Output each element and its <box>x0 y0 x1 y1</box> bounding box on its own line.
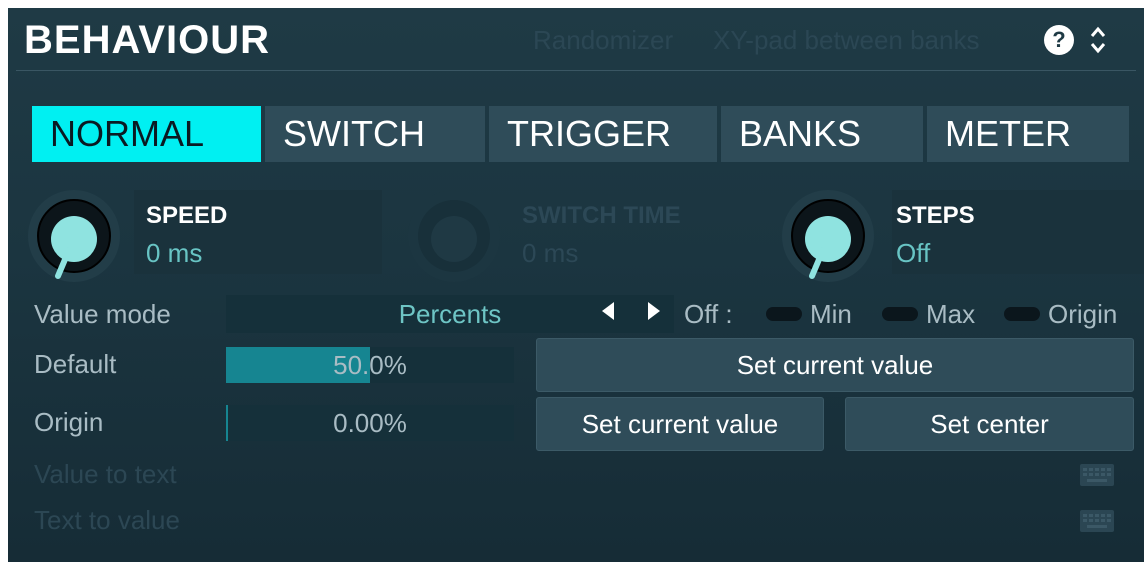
tab-switch[interactable]: SWITCH <box>265 106 485 162</box>
switch-time-value: 0 ms <box>522 238 579 268</box>
steps-value: Off <box>896 238 931 268</box>
header-divider <box>16 70 1136 71</box>
switch-time-text: SWITCH TIME 0 ms <box>522 202 681 268</box>
value-mode-label: Value mode <box>34 299 171 329</box>
panel-title: BEHAVIOUR <box>24 18 271 62</box>
speed-label: SPEED <box>146 202 228 229</box>
keyboard-icon <box>1080 510 1114 532</box>
behaviour-panel: BEHAVIOUR Randomizer XY-pad between bank… <box>8 8 1144 562</box>
default-slider[interactable]: 50.0% <box>226 347 514 383</box>
steps-knob[interactable] <box>780 188 876 284</box>
steps-label: STEPS <box>896 202 975 229</box>
speed-knob[interactable] <box>26 188 122 284</box>
origin-set-current-value-button[interactable]: Set current value <box>536 397 824 451</box>
origin-toggle[interactable] <box>1004 307 1040 321</box>
max-toggle[interactable] <box>882 307 918 321</box>
min-label: Min <box>810 299 852 329</box>
tab-trigger[interactable]: TRIGGER <box>489 106 717 162</box>
xy-pad-link[interactable]: XY-pad between banks <box>713 24 979 56</box>
set-center-button[interactable]: Set center <box>845 397 1134 451</box>
origin-slider[interactable]: 0.00% <box>226 405 514 441</box>
randomizer-link[interactable]: Randomizer <box>533 24 673 56</box>
origin-label: Origin <box>34 407 104 437</box>
off-label: Off : <box>684 299 733 329</box>
switch-time-knob <box>406 188 502 284</box>
keyboard-icon <box>1080 464 1114 486</box>
tab-meter[interactable]: METER <box>927 106 1129 162</box>
default-value: 50.0% <box>333 350 407 380</box>
default-set-current-value-button[interactable]: Set current value <box>536 338 1134 392</box>
tab-normal[interactable]: NORMAL <box>32 106 261 162</box>
max-label: Max <box>926 299 976 329</box>
switch-time-label: SWITCH TIME <box>522 202 681 229</box>
tab-banks[interactable]: BANKS <box>721 106 923 162</box>
text-to-value-label: Text to value <box>34 505 180 535</box>
min-toggle[interactable] <box>766 307 802 321</box>
origin-value: 0.00% <box>333 408 407 438</box>
chevron-up-down-icon[interactable] <box>1088 22 1108 58</box>
arrow-right-icon[interactable] <box>648 302 660 320</box>
arrow-left-icon[interactable] <box>602 302 614 320</box>
value-to-text-label: Value to text <box>34 459 177 489</box>
origin-option-label: Origin <box>1048 299 1118 329</box>
speed-value: 0 ms <box>146 238 203 268</box>
help-icon[interactable]: ? <box>1044 25 1074 55</box>
default-label: Default <box>34 349 117 379</box>
